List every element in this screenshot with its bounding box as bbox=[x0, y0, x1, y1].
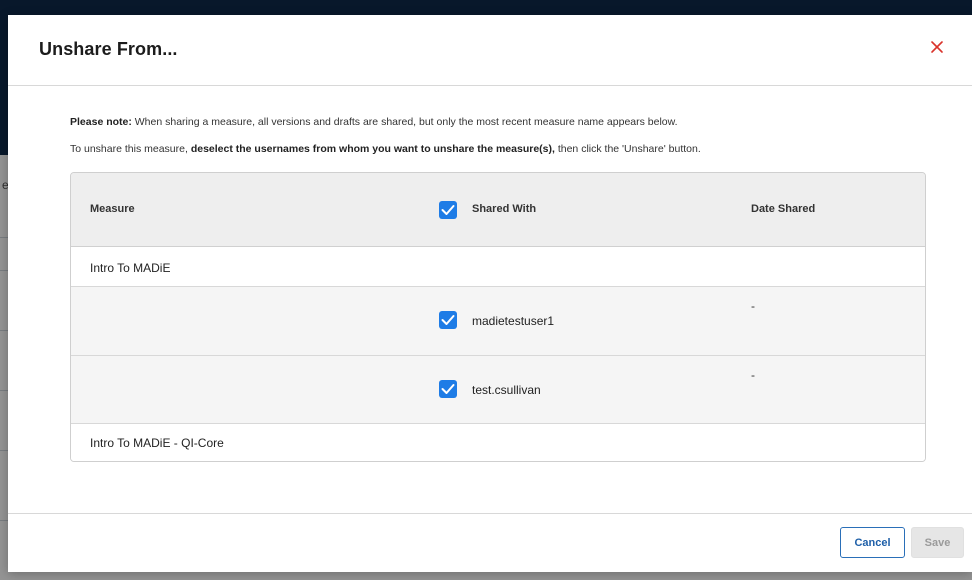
sharing-note-text: When sharing a measure, all versions and… bbox=[131, 116, 678, 128]
unshare-dialog: Unshare From... Please note: When sharin… bbox=[8, 15, 972, 572]
user-checkbox[interactable] bbox=[439, 311, 457, 329]
instructions-start: To unshare this measure, bbox=[70, 143, 191, 155]
checkmark-icon bbox=[441, 315, 455, 325]
checkmark-icon bbox=[441, 384, 455, 394]
checkmark-icon bbox=[441, 205, 455, 215]
unshare-instructions: To unshare this measure, deselect the us… bbox=[70, 143, 701, 155]
measure-row: Intro To MADiE bbox=[71, 247, 925, 287]
measure-name: Intro To MADiE bbox=[90, 261, 171, 275]
username: test.csullivan bbox=[472, 383, 541, 397]
table-header: Measure Shared With Date Shared bbox=[71, 173, 925, 247]
date-shared-value: - bbox=[751, 299, 755, 313]
date-shared-value: - bbox=[751, 368, 755, 382]
column-header-shared-with: Shared With bbox=[472, 203, 537, 215]
measure-row: Intro To MADiE - QI-Core bbox=[71, 424, 925, 461]
dialog-footer: Cancel Save bbox=[8, 513, 972, 572]
close-icon bbox=[928, 38, 946, 56]
save-button[interactable]: Save bbox=[911, 527, 964, 558]
sharing-note-label: Please note: bbox=[70, 116, 132, 128]
user-checkbox[interactable] bbox=[439, 380, 457, 398]
shared-user-row: madietestuser1 - bbox=[71, 287, 925, 356]
cancel-button[interactable]: Cancel bbox=[840, 527, 905, 558]
column-header-date-shared: Date Shared bbox=[751, 203, 816, 215]
username: madietestuser1 bbox=[472, 314, 555, 328]
dialog-header: Unshare From... bbox=[8, 15, 972, 86]
shared-user-row: test.csullivan - bbox=[71, 356, 925, 424]
column-header-measure: Measure bbox=[90, 203, 135, 215]
dialog-title: Unshare From... bbox=[39, 39, 178, 59]
shared-users-table: Measure Shared With Date Shared Intro To… bbox=[70, 172, 926, 462]
instructions-end: then click the 'Unshare' button. bbox=[554, 143, 701, 155]
measure-name: Intro To MADiE - QI-Core bbox=[90, 436, 224, 450]
select-all-checkbox[interactable] bbox=[439, 201, 457, 219]
close-button[interactable] bbox=[928, 38, 946, 56]
sharing-note: Please note: When sharing a measure, all… bbox=[70, 116, 678, 128]
instructions-emphasis: deselect the usernames from whom you wan… bbox=[190, 143, 555, 155]
